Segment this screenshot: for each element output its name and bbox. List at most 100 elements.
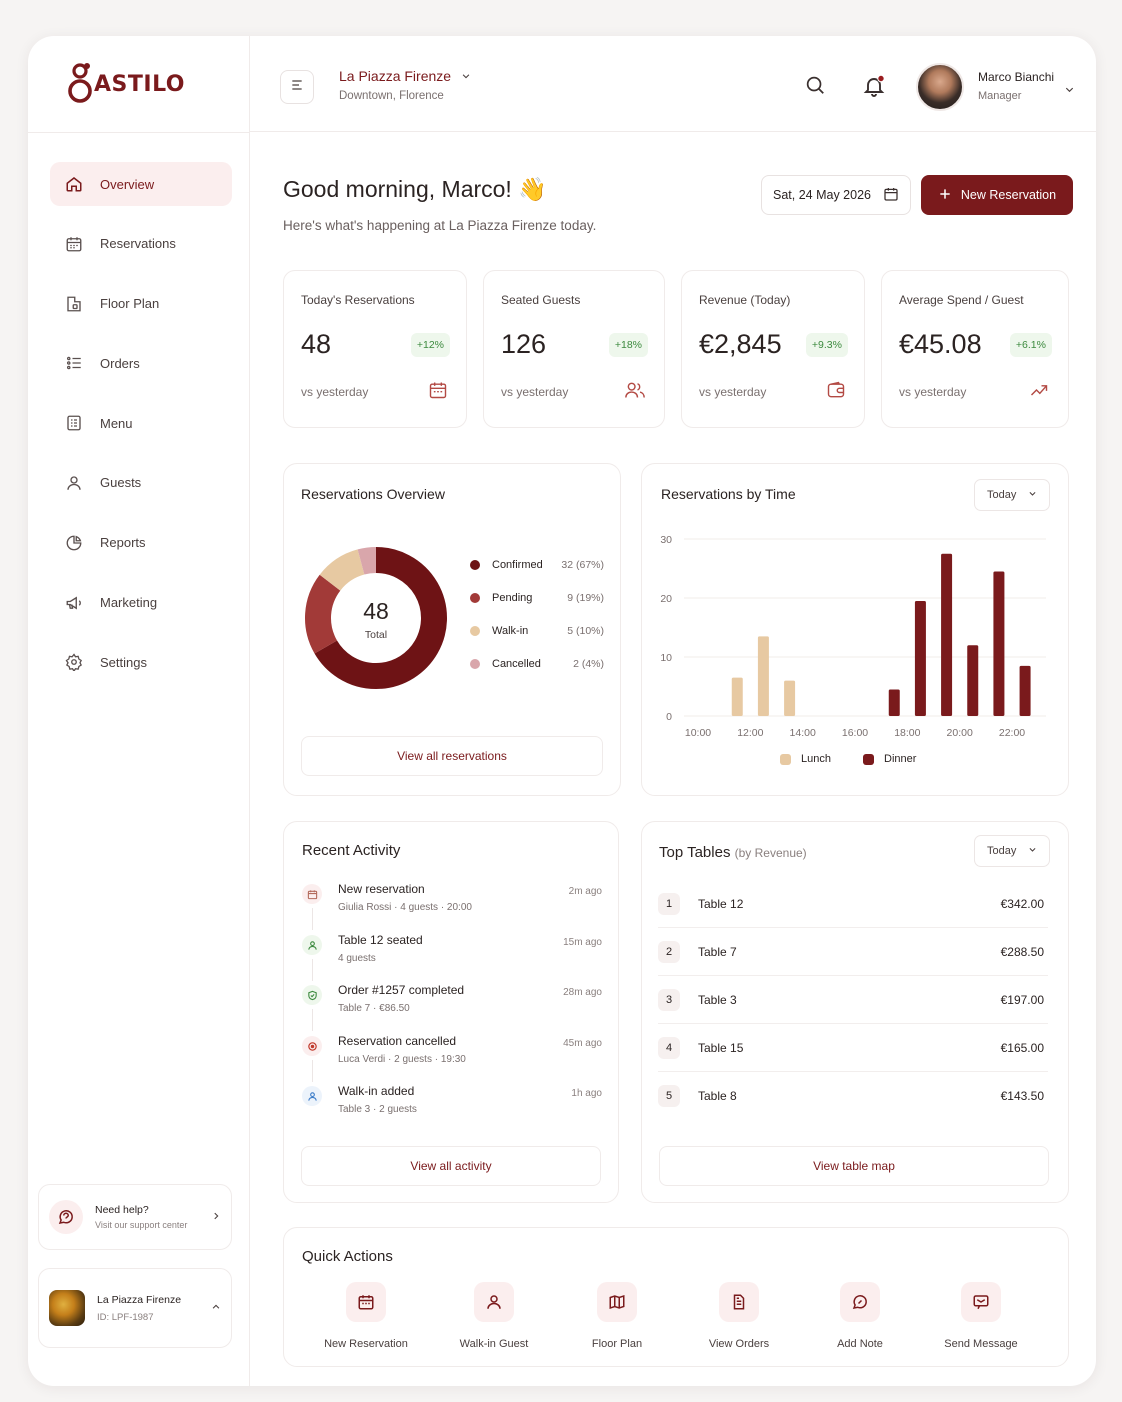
activity-detail: Table 3 · 2 guests: [338, 1104, 417, 1115]
activity-item[interactable]: Order #1257 completed Table 7 · €86.50 2…: [302, 983, 602, 1027]
quick-action-label: New Reservation: [324, 1338, 408, 1350]
user-icon: [302, 1086, 322, 1106]
note-icon: [840, 1282, 880, 1322]
sidebar-item-menu[interactable]: Menu: [50, 401, 232, 445]
legend-dot: [470, 560, 480, 570]
quick-action-floor-plan[interactable]: Floor Plan: [557, 1282, 677, 1350]
view-all-activity-button[interactable]: View all activity: [301, 1146, 601, 1186]
date-picker-button[interactable]: Sat, 24 May 2026: [761, 175, 911, 215]
bar-lunch-1130: [731, 677, 743, 716]
quick-actions-card: Quick Actions New Reservation Walk-in Gu…: [283, 1227, 1069, 1367]
chevron-right-icon: [211, 1208, 221, 1226]
quick-action-view-orders[interactable]: View Orders: [679, 1282, 799, 1350]
document-icon: [719, 1282, 759, 1322]
floor-plan-icon: [64, 294, 84, 314]
table-revenue: €143.50: [1000, 1089, 1044, 1103]
stat-value: 48: [301, 329, 332, 359]
x-tick-label: 14:00: [790, 727, 816, 739]
table-name: Table 8: [698, 1089, 737, 1103]
user-icon: [474, 1282, 514, 1322]
restaurant-switcher[interactable]: La Piazza Firenze ID: LPF-1987: [38, 1268, 232, 1348]
x-tick-label: 12:00: [737, 727, 763, 739]
change-badge: +6.1%: [1009, 333, 1052, 357]
menu-toggle-button[interactable]: [280, 70, 314, 104]
search-icon[interactable]: [804, 74, 826, 101]
quick-action-add-note[interactable]: Add Note: [800, 1282, 920, 1350]
sidebar-item-reports[interactable]: Reports: [50, 521, 232, 565]
bar-dinner-1830: [914, 600, 926, 716]
plus-icon: [938, 187, 952, 204]
card-title: Recent Activity: [302, 842, 401, 859]
table-row[interactable]: 1 Table 12 €342.00: [658, 880, 1048, 928]
quick-action-send-message[interactable]: Send Message: [921, 1282, 1041, 1350]
legend-swatch: [863, 753, 874, 765]
sidebar-item-guests[interactable]: Guests: [50, 461, 232, 505]
sidebar-item-settings[interactable]: Settings: [50, 640, 232, 684]
table-row[interactable]: 5 Table 8 €143.50: [658, 1072, 1048, 1120]
support-chat-icon: [49, 1200, 83, 1234]
gear-icon: [64, 652, 84, 672]
legend-label: Walk-in: [492, 625, 529, 637]
venue-selector[interactable]: La Piazza Firenze Downtown, Florence: [339, 68, 471, 102]
activity-time: 15m ago: [563, 937, 602, 948]
card-title: Quick Actions: [302, 1248, 393, 1265]
legend-label: Confirmed: [492, 559, 543, 571]
card-title: Reservations by Time: [661, 486, 796, 502]
help-card[interactable]: Need help? Visit our support center: [38, 1184, 232, 1250]
bell-icon[interactable]: [862, 74, 886, 103]
table-name: Table 12: [698, 896, 744, 911]
timeline-connector: [312, 959, 313, 981]
table-row[interactable]: 4 Table 15 €165.00: [658, 1024, 1048, 1072]
sidebar-item-overview[interactable]: Overview: [50, 162, 232, 206]
top-tables-title: Top Tables: [659, 844, 731, 861]
sidebar-item-label: Settings: [100, 654, 147, 670]
bar-dinner-1730: [888, 689, 900, 716]
activity-title: Walk-in added: [338, 1084, 415, 1098]
sidebar-item-marketing[interactable]: Marketing: [50, 581, 232, 625]
stat-value: €45.08: [899, 329, 982, 359]
sidebar-item-floor-plan[interactable]: Floor Plan: [50, 282, 232, 326]
y-tick-label: 10: [660, 652, 672, 664]
table-row[interactable]: 2 Table 7 €288.50: [658, 928, 1048, 976]
timeline-connector: [312, 908, 313, 930]
dropdown-value: Today: [987, 489, 1017, 501]
stat-card-seated-guests: Seated Guests 126 +18% vs yesterday: [483, 270, 665, 428]
legend-pending: Pending 9 (19%): [470, 592, 604, 604]
quick-action-walk-in-guest[interactable]: Walk-in Guest: [434, 1282, 554, 1350]
time-range-dropdown[interactable]: Today: [974, 479, 1050, 511]
activity-item[interactable]: Reservation cancelled Luca Verdi · 2 gue…: [302, 1034, 602, 1078]
sidebar-item-reservations[interactable]: Reservations: [50, 222, 232, 266]
user-menu[interactable]: Marco Bianchi Manager: [978, 70, 1054, 102]
activity-time: 1h ago: [571, 1088, 602, 1099]
donut-slice-pending: [305, 574, 341, 654]
app-window: ASTILO Overview Reservations Floor Plan …: [28, 36, 1096, 1386]
quick-action-label: Add Note: [837, 1338, 883, 1350]
legend-walk-in: Walk-in 5 (10%): [470, 625, 604, 637]
view-table-map-button[interactable]: View table map: [659, 1146, 1049, 1186]
y-tick-label: 30: [660, 534, 672, 546]
sidebar-item-label: Marketing: [100, 595, 158, 611]
new-reservation-button[interactable]: New Reservation: [921, 175, 1073, 215]
chevron-down-icon[interactable]: [1064, 82, 1075, 100]
stat-value: 126: [501, 329, 547, 359]
bar-dinner-1930: [941, 553, 953, 716]
brand-logo[interactable]: ASTILO: [68, 62, 185, 106]
venue-name: La Piazza Firenze: [339, 68, 452, 84]
table-row[interactable]: 3 Table 3 €197.00: [658, 976, 1048, 1024]
legend-label: Cancelled: [492, 658, 541, 670]
bar-lunch-1330: [784, 680, 796, 716]
activity-item[interactable]: New reservation Giulia Rossi · 4 guests …: [302, 882, 602, 926]
sidebar-item-orders[interactable]: Orders: [50, 341, 232, 385]
donut-slice-cancelled: [357, 547, 377, 575]
change-badge: +18%: [608, 333, 648, 357]
avatar[interactable]: [916, 63, 964, 111]
quick-action-new-reservation[interactable]: New Reservation: [306, 1282, 426, 1350]
activity-item[interactable]: Walk-in added Table 3 · 2 guests 1h ago: [302, 1084, 602, 1128]
table-revenue: €197.00: [1000, 992, 1044, 1007]
time-range-dropdown[interactable]: Today: [974, 835, 1050, 867]
donut-total-value: 48: [363, 598, 389, 624]
rank-badge: 4: [658, 1036, 680, 1059]
activity-item[interactable]: Table 12 seated 4 guests 15m ago: [302, 933, 602, 977]
quick-action-label: Walk-in Guest: [459, 1338, 529, 1350]
view-all-reservations-button[interactable]: View all reservations: [301, 736, 603, 776]
